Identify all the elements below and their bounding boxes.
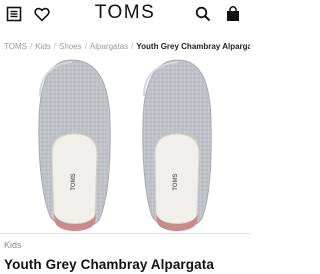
breadcrumb-separator: / xyxy=(84,42,87,51)
product-image[interactable]: TOMS TOMS xyxy=(0,56,250,234)
left-insole-logo: TOMS xyxy=(71,173,77,190)
product-category[interactable]: Kids xyxy=(4,240,22,250)
breadcrumb-separator: / xyxy=(53,42,56,51)
divider xyxy=(0,233,250,234)
breadcrumb-item-toms[interactable]: TOMS xyxy=(4,42,27,51)
right-shoe: TOMS xyxy=(142,59,212,231)
left-shoe: TOMS xyxy=(38,59,111,231)
right-insole-logo: TOMS xyxy=(173,173,179,190)
search-icon[interactable] xyxy=(192,3,214,25)
breadcrumb-separator: / xyxy=(131,42,134,51)
breadcrumb-separator: / xyxy=(29,42,33,51)
breadcrumb-current: Youth Grey Chambray Alpargata xyxy=(136,42,250,51)
product-title: Youth Grey Chambray Alpargata xyxy=(4,257,214,272)
breadcrumb-item-shoes[interactable]: Shoes xyxy=(59,42,82,51)
breadcrumb-item-kids[interactable]: Kids xyxy=(35,42,51,51)
breadcrumb-item-alpargatas[interactable]: Alpargatas xyxy=(90,42,128,51)
breadcrumb: TOMS / Kids / Shoes / Alpargatas / Youth Grey Ch… xyxy=(4,42,250,56)
shopping-bag-icon[interactable] xyxy=(222,3,244,25)
site-header: TOMS xyxy=(0,0,250,30)
